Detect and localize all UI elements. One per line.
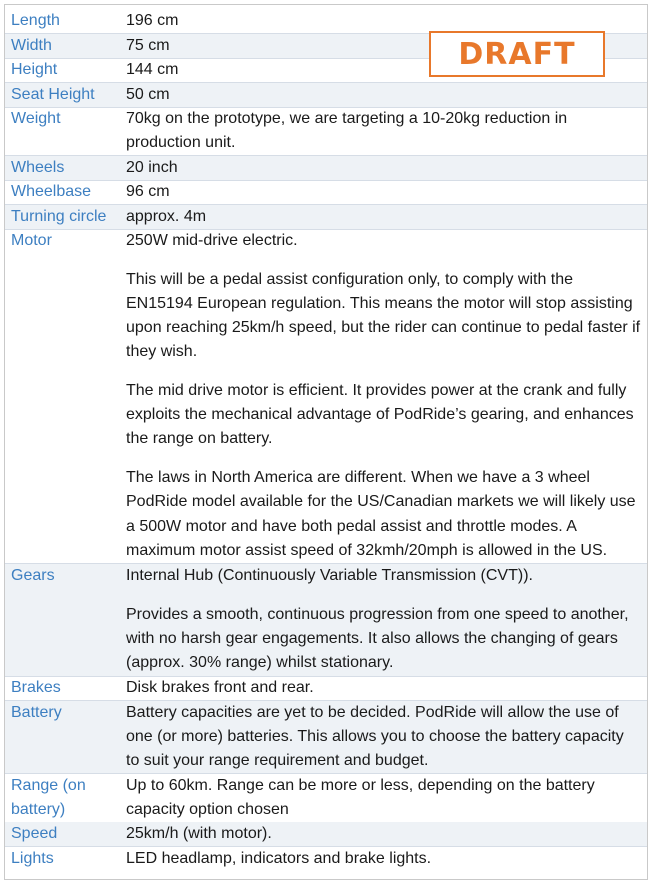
spec-label: Length bbox=[11, 12, 60, 29]
spec-label: Speed bbox=[11, 825, 58, 842]
spec-label: Range (on battery) bbox=[11, 777, 86, 819]
spec-row-lights: Lights LED headlamp, indicators and brak… bbox=[5, 847, 647, 871]
spec-label: Lights bbox=[11, 850, 54, 867]
spec-value: 20 inch bbox=[126, 159, 178, 176]
spec-value: 50 cm bbox=[126, 86, 170, 103]
spec-value: Up to 60km. Range can be more or less, d… bbox=[126, 777, 595, 819]
spec-row-speed: Speed 25km/h (with motor). bbox=[5, 822, 647, 847]
spec-label: Battery bbox=[11, 704, 62, 721]
spec-row-battery: Battery Battery capacities are yet to be… bbox=[5, 701, 647, 774]
spec-row-brakes: Brakes Disk brakes front and rear. bbox=[5, 676, 647, 701]
spec-label: Wheels bbox=[11, 159, 65, 176]
spec-label: Wheelbase bbox=[11, 183, 92, 200]
draft-stamp: DRAFT bbox=[429, 31, 605, 77]
spec-value: 25km/h (with motor). bbox=[126, 825, 272, 842]
spec-row-turning-circle: Turning circle approx. 4m bbox=[5, 205, 647, 230]
spec-row-wheels: Wheels 20 inch bbox=[5, 156, 647, 181]
spec-label: Height bbox=[11, 61, 58, 78]
spec-label: Brakes bbox=[11, 679, 61, 696]
spec-row-range: Range (on battery) Up to 60km. Range can… bbox=[5, 774, 647, 823]
spec-value: 96 cm bbox=[126, 183, 170, 200]
spec-value: 250W mid-drive electric. This will be a … bbox=[126, 232, 641, 559]
spec-label: Width bbox=[11, 37, 52, 54]
spec-label: Gears bbox=[11, 567, 55, 584]
spec-value: Internal Hub (Continuously Variable Tran… bbox=[126, 567, 629, 672]
spec-value: 70kg on the prototype, we are targeting … bbox=[126, 110, 568, 152]
spec-value: LED headlamp, indicators and brake light… bbox=[126, 850, 432, 867]
spec-value: Battery capacities are yet to be decided… bbox=[126, 704, 624, 770]
spec-value: 196 cm bbox=[126, 12, 179, 29]
spec-label: Motor bbox=[11, 232, 52, 249]
spec-label: Seat Height bbox=[11, 86, 95, 103]
spec-row-wheelbase: Wheelbase 96 cm bbox=[5, 180, 647, 205]
spec-row-weight: Weight 70kg on the prototype, we are tar… bbox=[5, 107, 647, 156]
spec-value: approx. 4m bbox=[126, 208, 207, 225]
spec-row-motor: Motor 250W mid-drive electric. This will… bbox=[5, 229, 647, 564]
spec-row-seat-height: Seat Height 50 cm bbox=[5, 83, 647, 108]
spec-row-gears: Gears Internal Hub (Continuously Variabl… bbox=[5, 564, 647, 677]
spec-value: Disk brakes front and rear. bbox=[126, 679, 314, 696]
spec-sheet: Length 196 cm Width 75 cm Height 144 cm … bbox=[4, 4, 648, 880]
spec-label: Turning circle bbox=[11, 208, 107, 225]
spec-label: Weight bbox=[11, 110, 61, 127]
